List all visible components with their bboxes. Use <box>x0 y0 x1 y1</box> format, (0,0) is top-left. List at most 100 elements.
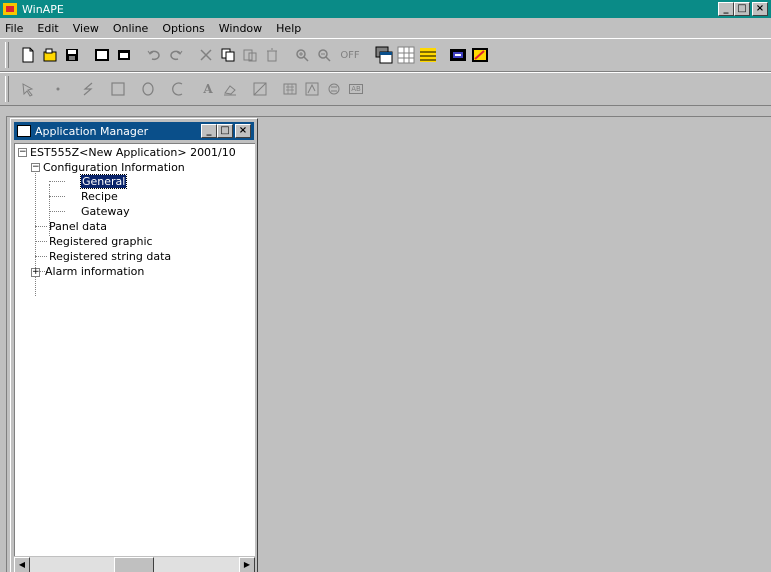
application-manager-window: Application Manager _ □ × − EST555Z<New … <box>10 118 258 572</box>
tree-node-gateway[interactable]: Gateway <box>81 204 130 219</box>
select-arrow-icon <box>22 83 34 97</box>
tree-node-registered-graphic[interactable]: Registered graphic <box>49 234 153 249</box>
ascii-icon: AB <box>349 84 363 94</box>
app-manager-titlebar[interactable]: Application Manager _ □ × <box>14 122 254 140</box>
window-controls: _ □ × <box>718 2 768 16</box>
tree-line <box>49 181 65 182</box>
tree-node-recipe[interactable]: Recipe <box>81 189 118 204</box>
undo-icon <box>147 50 160 61</box>
tree-node-general-label: General <box>79 174 128 189</box>
scroll-left-button[interactable]: ◀ <box>14 557 30 572</box>
select-button[interactable] <box>17 78 39 100</box>
slash-box-icon <box>253 82 267 96</box>
new-button[interactable] <box>17 44 39 66</box>
dialog-button[interactable] <box>113 44 135 66</box>
main-titlebar[interactable]: WinAPE _ □ × <box>0 0 771 18</box>
menu-online[interactable]: Online <box>113 22 148 35</box>
copy-icon <box>221 48 235 62</box>
tree-node-registered-string[interactable]: Registered string data <box>49 249 171 264</box>
copy-button[interactable] <box>217 44 239 66</box>
zoom-off-button[interactable]: OFF <box>335 44 365 66</box>
tree-node-root[interactable]: EST555Z<New Application> 2001/10 <box>30 145 236 160</box>
drawing-toolbar: A AB <box>0 72 771 106</box>
undo-button[interactable] <box>143 44 165 66</box>
polyline-button[interactable] <box>77 78 99 100</box>
dialog-icon <box>118 50 130 60</box>
application-tree: − EST555Z<New Application> 2001/10 − Con… <box>14 143 255 566</box>
tree-node-general[interactable]: General <box>79 174 128 189</box>
text-button[interactable]: A <box>197 78 219 100</box>
delete-icon <box>267 48 277 62</box>
tree-line <box>49 211 65 212</box>
circle-button[interactable] <box>137 78 159 100</box>
scroll-right-button[interactable]: ▶ <box>239 557 255 572</box>
save-icon <box>66 49 78 61</box>
zoom-out-button[interactable] <box>313 44 335 66</box>
app-maximize-button[interactable]: □ <box>217 124 233 138</box>
menu-edit[interactable]: Edit <box>37 22 58 35</box>
close-button[interactable]: × <box>752 2 768 16</box>
text-icon: A <box>203 82 213 96</box>
numeric-button[interactable] <box>323 78 345 100</box>
winape-app-icon[interactable] <box>3 3 17 15</box>
cut-button[interactable] <box>195 44 217 66</box>
menu-window[interactable]: Window <box>219 22 262 35</box>
app-manager-title: Application Manager <box>35 124 149 138</box>
tree-node-panel-data[interactable]: Panel data <box>49 219 107 234</box>
overlap-icon <box>375 46 393 64</box>
zoom-out-icon <box>318 49 331 62</box>
tree-line <box>35 256 47 257</box>
ascii-button[interactable]: AB <box>345 78 367 100</box>
zoom-off-icon: OFF <box>340 49 360 61</box>
expand-alarm-toggle[interactable]: + <box>31 268 40 277</box>
arc-button[interactable] <box>167 78 189 100</box>
app-close-button[interactable]: × <box>235 124 251 138</box>
redo-button[interactable] <box>165 44 187 66</box>
save-button[interactable] <box>61 44 83 66</box>
app-manager-icon[interactable] <box>17 125 31 137</box>
zoom-in-icon <box>296 49 309 62</box>
delete-button[interactable] <box>261 44 283 66</box>
rectangle-button[interactable] <box>107 78 129 100</box>
arc-icon <box>172 82 183 96</box>
dot-icon <box>56 87 60 91</box>
tree-node-configuration[interactable]: Configuration Information <box>43 160 185 175</box>
standard-toolbar: OFF <box>0 38 771 72</box>
toolbar-grip[interactable] <box>5 42 9 68</box>
grid-button[interactable] <box>395 44 417 66</box>
screen-icon <box>95 49 109 61</box>
palette-button[interactable] <box>417 44 439 66</box>
minimize-button[interactable]: _ <box>718 2 734 16</box>
slash-box-button[interactable] <box>249 78 271 100</box>
dot-button[interactable] <box>47 78 69 100</box>
rectangle-icon <box>111 82 125 96</box>
collapse-config-toggle[interactable]: − <box>31 163 40 172</box>
screen-button[interactable] <box>91 44 113 66</box>
paint-button[interactable] <box>219 78 241 100</box>
menu-options[interactable]: Options <box>162 22 204 35</box>
lamp-icon <box>305 82 319 96</box>
numeric-icon <box>328 83 340 95</box>
property-icon <box>472 48 488 62</box>
overlap-button[interactable] <box>373 44 395 66</box>
app-minimize-button[interactable]: _ <box>201 124 217 138</box>
menu-file[interactable]: File <box>5 22 23 35</box>
collapse-root-toggle[interactable]: − <box>18 148 27 157</box>
property-button[interactable] <box>469 44 491 66</box>
open-button[interactable] <box>39 44 61 66</box>
new-icon <box>22 47 34 63</box>
grid-icon <box>397 46 415 64</box>
tree-node-alarm-info[interactable]: Alarm information <box>45 264 144 279</box>
paste-button[interactable] <box>239 44 261 66</box>
zoom-in-button[interactable] <box>291 44 313 66</box>
screen-list-button[interactable] <box>447 44 469 66</box>
keyboard-button[interactable] <box>279 78 301 100</box>
scroll-thumb[interactable] <box>114 557 154 572</box>
tree-horizontal-scrollbar[interactable]: ◀ ▶ <box>14 556 255 572</box>
menu-view[interactable]: View <box>73 22 99 35</box>
toolbar-grip[interactable] <box>5 76 9 102</box>
maximize-button[interactable]: □ <box>734 2 750 16</box>
menu-help[interactable]: Help <box>276 22 301 35</box>
lamp-button[interactable] <box>301 78 323 100</box>
keyboard-icon <box>283 83 297 95</box>
